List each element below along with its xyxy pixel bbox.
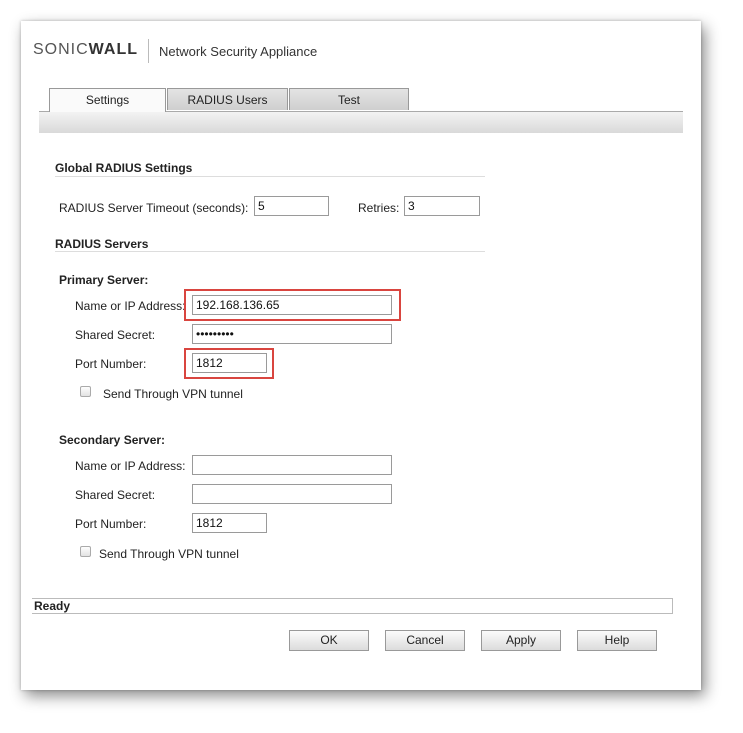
tab-strip [39,111,683,133]
tab-settings[interactable]: Settings [49,88,166,112]
primary-name-input[interactable] [192,295,392,315]
help-button[interactable]: Help [577,630,657,651]
primary-name-label: Name or IP Address: [75,299,186,313]
secondary-name-input[interactable] [192,455,392,475]
apply-button[interactable]: Apply [481,630,561,651]
primary-port-label: Port Number: [75,357,147,371]
secondary-port-label: Port Number: [75,517,147,531]
section-divider [55,251,485,252]
status-bar: Ready [32,598,673,614]
timeout-label: RADIUS Server Timeout (seconds): [59,201,249,215]
primary-server-title: Primary Server: [59,273,149,287]
app-name: Network Security Appliance [159,44,318,59]
retries-label: Retries: [358,201,400,215]
sonicwall-logo: SONICWALL [33,41,138,59]
logo-brand-left: SONIC [33,41,89,58]
section-divider [55,176,485,177]
header-divider [148,39,149,63]
timeout-input[interactable] [254,196,329,216]
tab-bar: Settings RADIUS Users Test [39,88,683,133]
primary-port-input[interactable] [192,353,267,373]
logo-brand-right: WALL [88,41,138,58]
primary-vpn-checkbox[interactable] [80,386,91,397]
primary-secret-label: Shared Secret: [75,328,156,342]
retries-input[interactable] [404,196,480,216]
secondary-secret-label: Shared Secret: [75,488,156,502]
primary-vpn-label: Send Through VPN tunnel [103,387,243,401]
cancel-button[interactable]: Cancel [385,630,465,651]
radius-config-dialog: SONICWALL Network Security Appliance Set… [21,21,701,690]
secondary-vpn-checkbox[interactable] [80,546,91,557]
global-settings-title: Global RADIUS Settings [55,161,193,175]
secondary-name-label: Name or IP Address: [75,459,186,473]
secondary-server-title: Secondary Server: [59,433,166,447]
radius-servers-title: RADIUS Servers [55,237,149,251]
tab-radius-users[interactable]: RADIUS Users [167,88,288,110]
secondary-secret-input[interactable] [192,484,392,504]
tab-test[interactable]: Test [289,88,409,110]
ok-button[interactable]: OK [289,630,369,651]
secondary-vpn-label: Send Through VPN tunnel [99,547,239,561]
primary-secret-input[interactable] [192,324,392,344]
secondary-port-input[interactable] [192,513,267,533]
